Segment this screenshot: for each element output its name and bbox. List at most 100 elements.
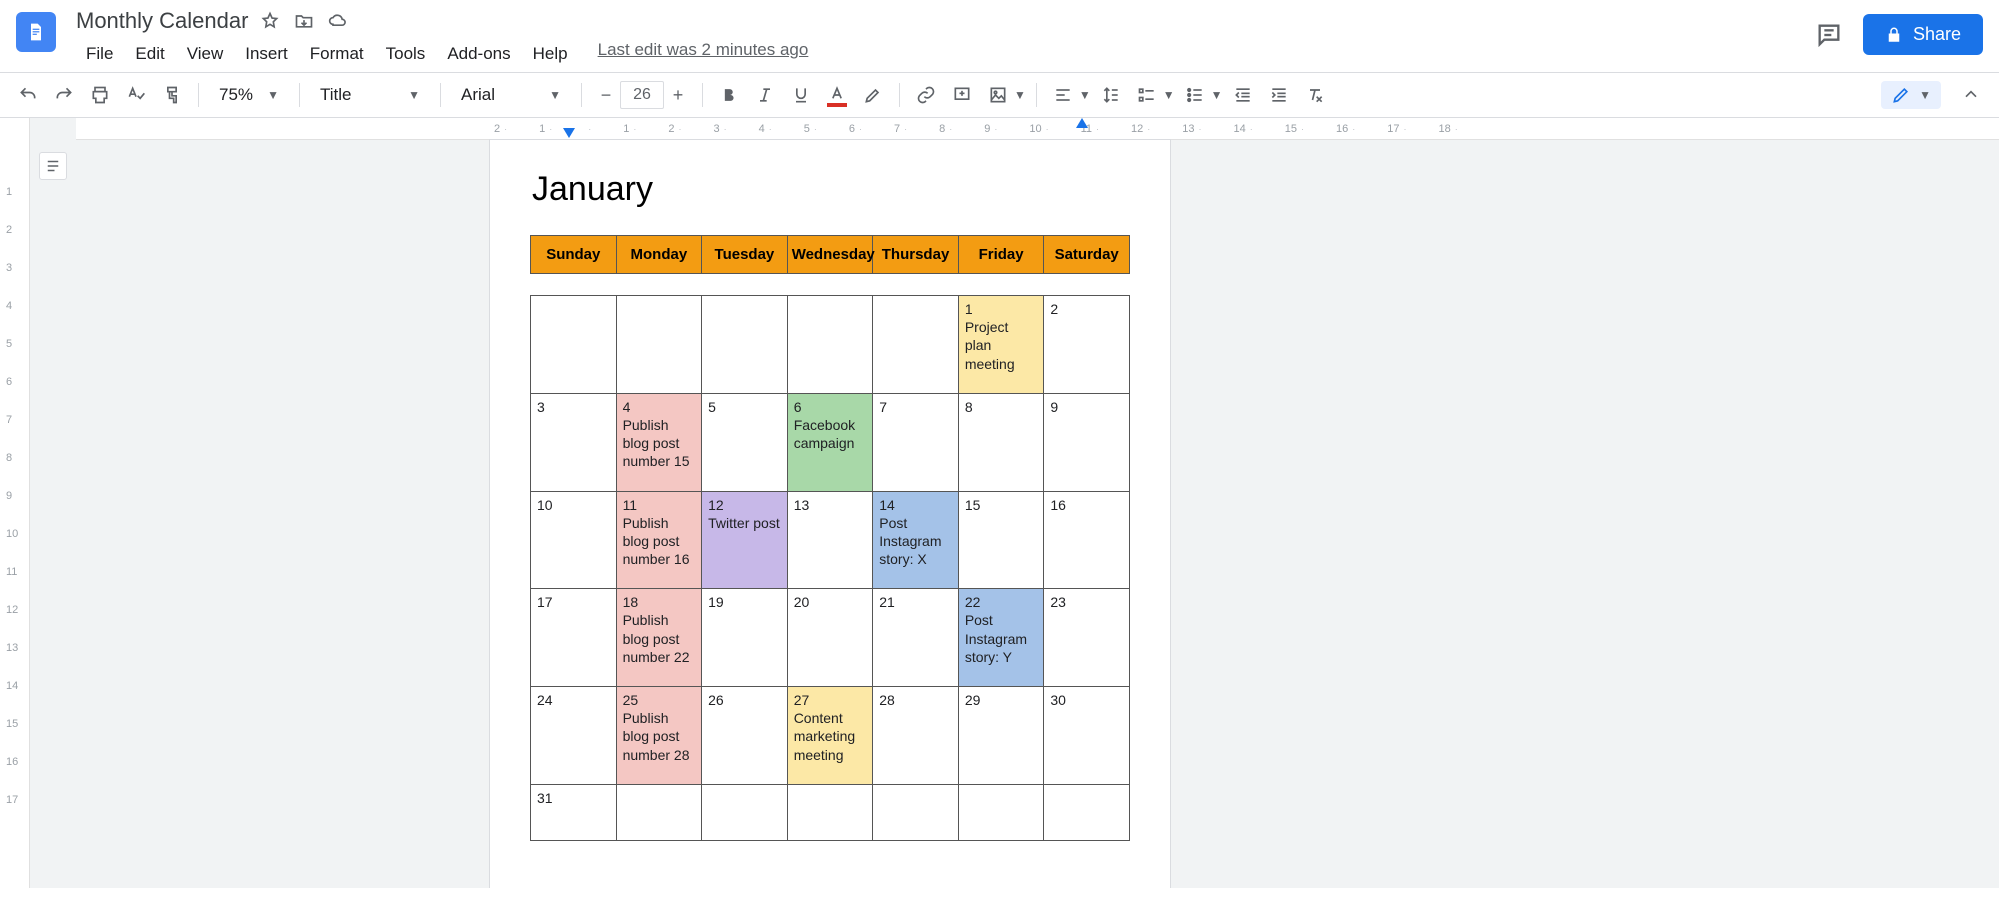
calendar-cell[interactable]: 21 (873, 589, 959, 687)
weekday-header: Sunday (531, 236, 617, 274)
menu-help[interactable]: Help (523, 40, 578, 68)
font-size-decrease[interactable]: − (592, 85, 620, 106)
calendar-cell[interactable]: 18Publish blog post number 22 (616, 589, 702, 687)
document-title[interactable]: Monthly Calendar (76, 8, 248, 34)
calendar-cell[interactable]: 17 (531, 589, 617, 687)
menu-addons[interactable]: Add-ons (437, 40, 520, 68)
show-outline-button[interactable] (39, 152, 67, 180)
menubar: File Edit View Insert Format Tools Add-o… (76, 40, 1815, 68)
docs-logo-icon[interactable] (16, 12, 56, 52)
calendar-cell[interactable]: 13 (787, 491, 873, 589)
calendar-cell[interactable] (531, 296, 617, 394)
calendar-cell[interactable]: 11Publish blog post number 16 (616, 491, 702, 589)
document-page[interactable]: January SundayMondayTuesdayWednesdayThur… (490, 140, 1170, 888)
checklist-button[interactable]: ▼ (1131, 79, 1175, 111)
clear-formatting-button[interactable] (1299, 79, 1331, 111)
menu-view[interactable]: View (177, 40, 234, 68)
calendar-cell[interactable]: 26 (702, 687, 788, 785)
highlight-color-button[interactable] (857, 79, 889, 111)
calendar-cell[interactable] (873, 784, 959, 840)
calendar-cell[interactable]: 30 (1044, 687, 1130, 785)
print-button[interactable] (84, 79, 116, 111)
decrease-indent-button[interactable] (1227, 79, 1259, 111)
italic-button[interactable] (749, 79, 781, 111)
calendar-cell[interactable]: 12Twitter post (702, 491, 788, 589)
horizontal-ruler[interactable]: 2·1··1·2·3·4·5·6·7·8·9·10·11·12·13·14·15… (76, 118, 1999, 140)
calendar-cell[interactable]: 29 (958, 687, 1044, 785)
v-ruler-tick: 9 (6, 490, 12, 502)
calendar-cell[interactable]: 6Facebook campaign (787, 393, 873, 491)
calendar-cell[interactable] (787, 296, 873, 394)
font-size-input[interactable]: 26 (620, 81, 664, 109)
calendar-cell[interactable]: 4Publish blog post number 15 (616, 393, 702, 491)
calendar-cell[interactable] (787, 784, 873, 840)
calendar-table[interactable]: SundayMondayTuesdayWednesdayThursdayFrid… (530, 235, 1130, 841)
calendar-cell[interactable]: 16 (1044, 491, 1130, 589)
calendar-cell[interactable] (616, 296, 702, 394)
calendar-cell[interactable]: 24 (531, 687, 617, 785)
insert-link-button[interactable] (910, 79, 942, 111)
calendar-cell[interactable] (616, 784, 702, 840)
v-ruler-tick: 4 (6, 300, 12, 312)
underline-button[interactable] (785, 79, 817, 111)
bulleted-list-button[interactable]: ▼ (1179, 79, 1223, 111)
h-ruler-tick: 8· (939, 123, 952, 135)
calendar-cell[interactable]: 14Post Instagram story: X (873, 491, 959, 589)
calendar-cell[interactable]: 31 (531, 784, 617, 840)
cloud-status-icon[interactable] (328, 11, 348, 31)
add-comment-button[interactable] (946, 79, 978, 111)
paint-format-button[interactable] (156, 79, 188, 111)
calendar-cell[interactable]: 25Publish blog post number 28 (616, 687, 702, 785)
calendar-cell[interactable]: 5 (702, 393, 788, 491)
page-title[interactable]: January (532, 170, 1130, 209)
left-indent-marker[interactable] (563, 128, 575, 138)
hide-menus-button[interactable] (1955, 79, 1987, 111)
zoom-select[interactable]: 75%▼ (209, 81, 289, 109)
calendar-cell[interactable]: 7 (873, 393, 959, 491)
v-ruler-tick: 3 (6, 262, 12, 274)
font-family-select[interactable]: Arial▼ (451, 81, 571, 109)
calendar-cell[interactable]: 22Post Instagram story: Y (958, 589, 1044, 687)
align-select[interactable]: ▼ (1047, 79, 1091, 111)
calendar-cell[interactable]: 15 (958, 491, 1044, 589)
calendar-cell[interactable] (958, 784, 1044, 840)
calendar-cell[interactable]: 8 (958, 393, 1044, 491)
calendar-cell[interactable]: 23 (1044, 589, 1130, 687)
spellcheck-button[interactable] (120, 79, 152, 111)
last-edit-link[interactable]: Last edit was 2 minutes ago (598, 40, 809, 68)
calendar-cell[interactable]: 1Project plan meeting (958, 296, 1044, 394)
calendar-cell[interactable] (873, 296, 959, 394)
calendar-cell[interactable]: 10 (531, 491, 617, 589)
calendar-cell[interactable]: 2 (1044, 296, 1130, 394)
bold-button[interactable] (713, 79, 745, 111)
increase-indent-button[interactable] (1263, 79, 1295, 111)
paragraph-style-select[interactable]: Title▼ (310, 81, 430, 109)
calendar-cell[interactable]: 9 (1044, 393, 1130, 491)
calendar-cell[interactable]: 28 (873, 687, 959, 785)
calendar-cell[interactable]: 19 (702, 589, 788, 687)
font-size-increase[interactable]: + (664, 85, 692, 106)
star-icon[interactable] (260, 11, 280, 31)
redo-button[interactable] (48, 79, 80, 111)
calendar-cell[interactable]: 27Content marketing meeting (787, 687, 873, 785)
calendar-cell[interactable] (702, 784, 788, 840)
calendar-cell[interactable]: 20 (787, 589, 873, 687)
menu-file[interactable]: File (76, 40, 123, 68)
right-indent-marker[interactable] (1076, 118, 1088, 128)
calendar-cell[interactable]: 3 (531, 393, 617, 491)
open-comments-button[interactable] (1815, 21, 1843, 49)
insert-image-button[interactable]: ▼ (982, 79, 1026, 111)
editing-mode-select[interactable]: ▼ (1881, 81, 1941, 109)
undo-button[interactable] (12, 79, 44, 111)
line-spacing-button[interactable] (1095, 79, 1127, 111)
calendar-cell[interactable] (702, 296, 788, 394)
calendar-cell[interactable] (1044, 784, 1130, 840)
menu-edit[interactable]: Edit (125, 40, 174, 68)
move-icon[interactable] (294, 11, 314, 31)
vertical-ruler[interactable]: 1234567891011121314151617 (0, 118, 30, 888)
text-color-button[interactable] (821, 79, 853, 111)
menu-tools[interactable]: Tools (376, 40, 436, 68)
menu-insert[interactable]: Insert (235, 40, 298, 68)
menu-format[interactable]: Format (300, 40, 374, 68)
share-button[interactable]: Share (1863, 14, 1983, 55)
